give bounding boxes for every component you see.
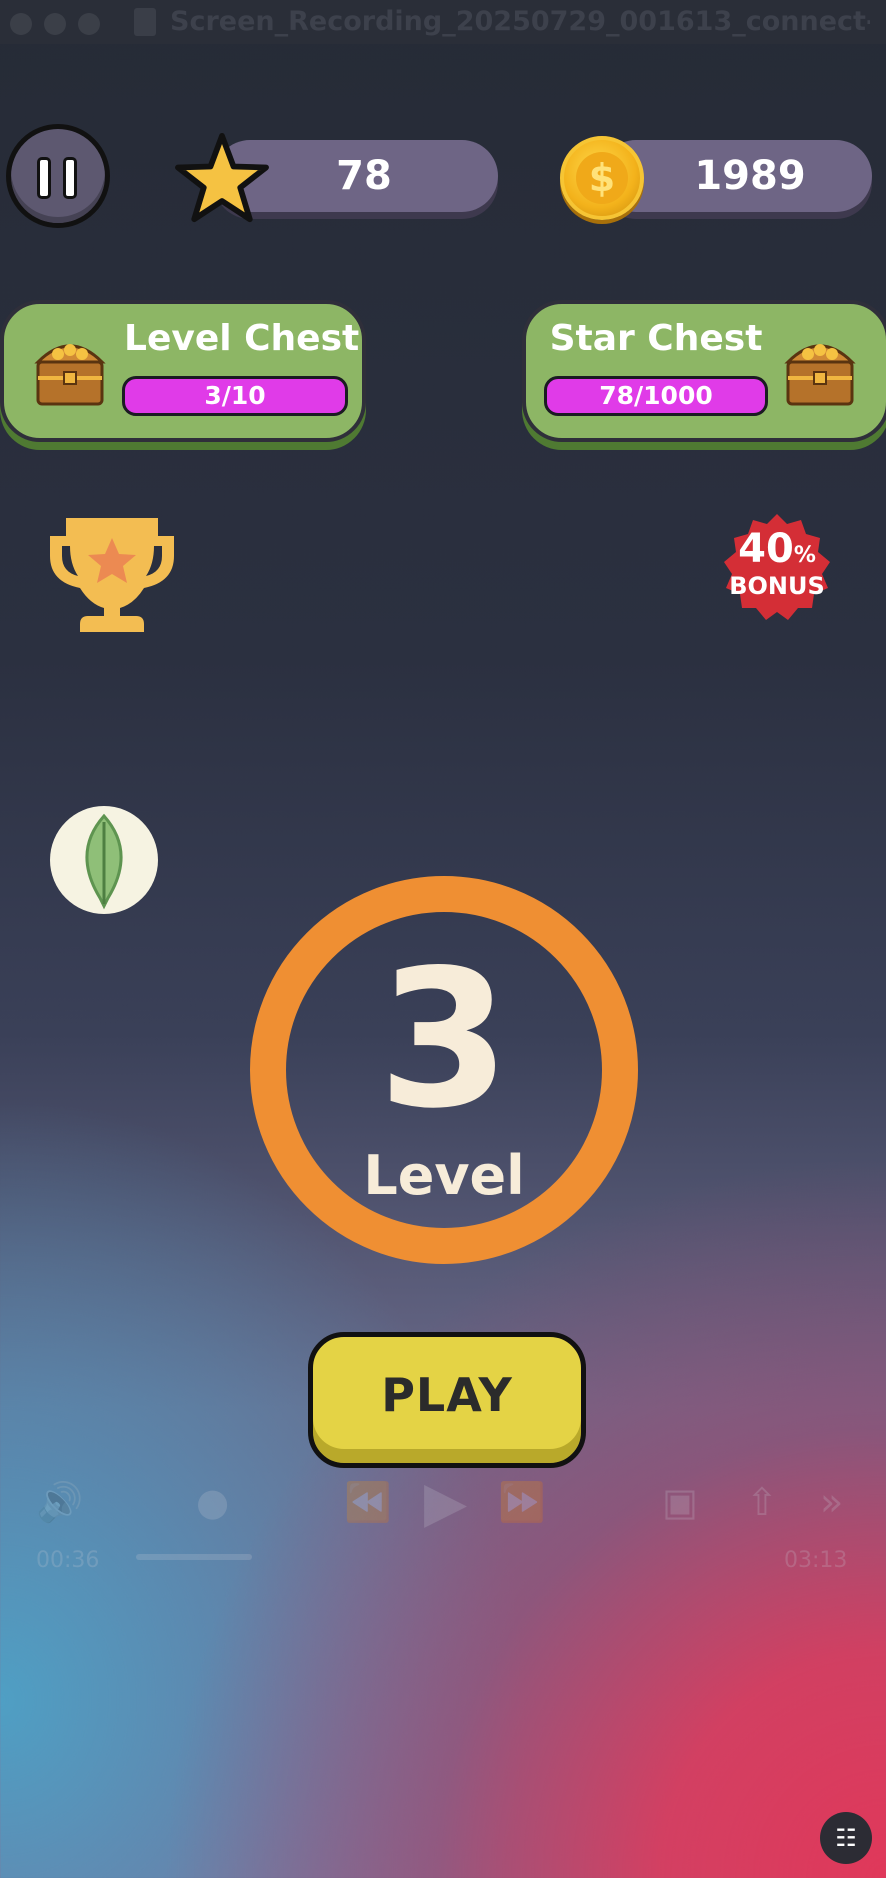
star-chest-progress: 78/1000 bbox=[544, 376, 768, 416]
zoom-window-icon[interactable] bbox=[78, 13, 100, 35]
current-time: 00:36 bbox=[36, 1548, 100, 1573]
rewind-icon[interactable]: ⏪ bbox=[344, 1480, 391, 1525]
share-icon[interactable]: ⇧ bbox=[746, 1480, 778, 1524]
star-chest-card[interactable]: Star Chest 78/1000 bbox=[522, 300, 886, 442]
level-number: 3 bbox=[377, 929, 511, 1150]
coin-icon: $ bbox=[560, 136, 644, 220]
document-icon bbox=[134, 8, 156, 36]
volume-knob-icon[interactable]: ● bbox=[196, 1480, 229, 1524]
treasure-chest-icon bbox=[34, 344, 106, 406]
star-chest-title: Star Chest bbox=[549, 318, 763, 359]
window-titlebar: Screen_Recording_20250729_001613_connect… bbox=[0, 0, 886, 44]
scan-icon: ☷ bbox=[835, 1824, 857, 1852]
stars-count: 78 bbox=[336, 153, 392, 199]
scan-text-button[interactable]: ☷ bbox=[820, 1812, 872, 1864]
level-label: Level bbox=[363, 1144, 525, 1207]
play-media-icon[interactable]: ▶ bbox=[424, 1470, 467, 1535]
scrubber-track[interactable] bbox=[136, 1554, 252, 1560]
level-chest-title: Level Chest bbox=[124, 318, 360, 359]
pause-icon bbox=[37, 157, 51, 199]
level-chest-progress: 3/10 bbox=[122, 376, 348, 416]
window-title: Screen_Recording_20250729_001613_connect… bbox=[170, 6, 870, 37]
coins-count: 1989 bbox=[694, 153, 806, 199]
bonus-badge[interactable]: 40% BONUS bbox=[722, 512, 832, 622]
treasure-chest-icon bbox=[784, 344, 856, 406]
play-button[interactable]: PLAY bbox=[308, 1332, 586, 1468]
total-time: 03:13 bbox=[784, 1548, 848, 1573]
leaf-button[interactable] bbox=[50, 806, 158, 914]
level-chest-card[interactable]: Level Chest 3/10 bbox=[0, 300, 366, 442]
bonus-label: BONUS bbox=[729, 572, 825, 600]
pause-icon-bar bbox=[63, 157, 77, 199]
star-icon bbox=[175, 132, 269, 223]
leaf-icon bbox=[85, 813, 123, 910]
more-icon[interactable]: » bbox=[820, 1480, 843, 1524]
bonus-percent: 40% bbox=[738, 526, 816, 572]
trophy-icon[interactable] bbox=[48, 512, 176, 636]
close-window-icon[interactable] bbox=[10, 13, 32, 35]
minimize-window-icon[interactable] bbox=[44, 13, 66, 35]
volume-icon[interactable]: 🔊 bbox=[36, 1480, 83, 1525]
fast-forward-icon[interactable]: ⏩ bbox=[498, 1480, 545, 1525]
media-controls-overlay: 🔊 ● ⏪ ▶ ⏩ ▣ ⇧ » 00:36 03:13 bbox=[0, 1470, 886, 1590]
pause-button[interactable] bbox=[6, 124, 110, 228]
picture-in-picture-icon[interactable]: ▣ bbox=[662, 1480, 698, 1524]
